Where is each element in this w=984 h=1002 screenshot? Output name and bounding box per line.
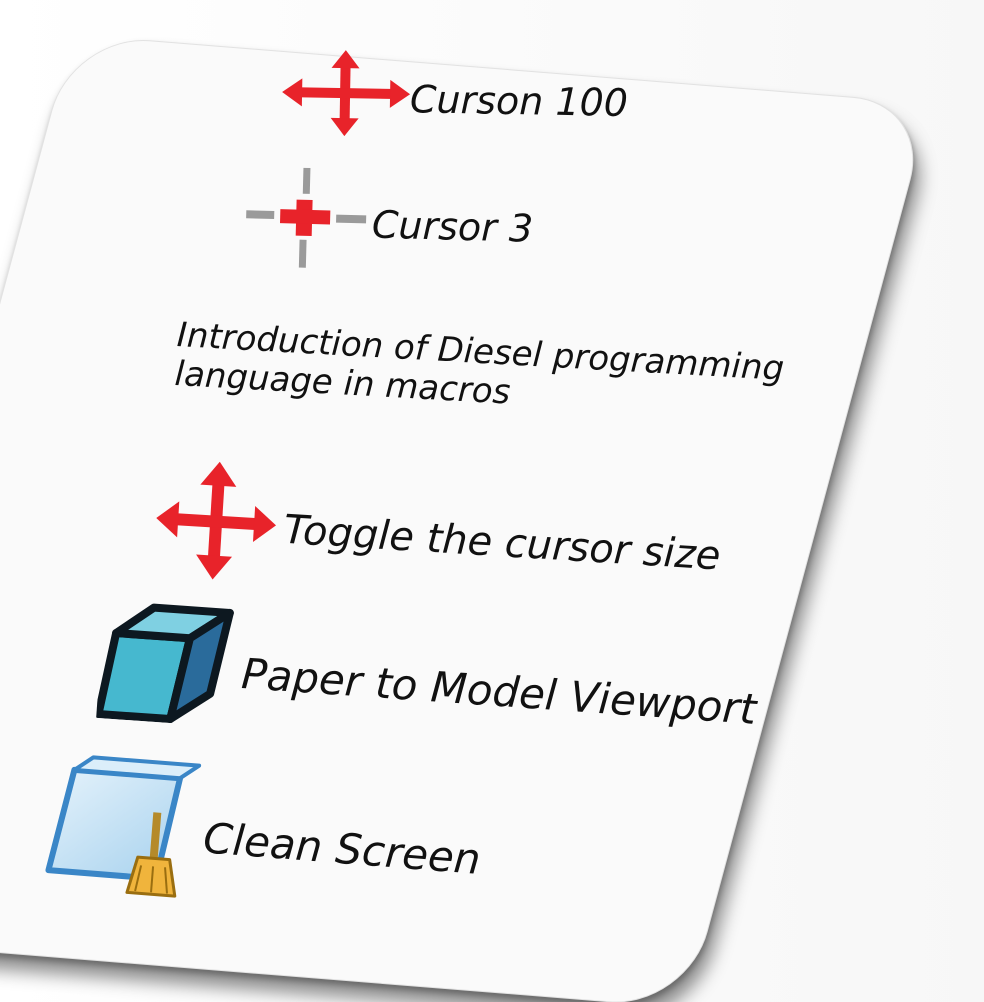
- cursor-large-icon: [281, 49, 411, 146]
- clean-screen-icon: [42, 750, 203, 911]
- list-item-label: Cursor 3: [371, 202, 534, 251]
- cursor-small-icon: [243, 166, 370, 278]
- list-item-cursor-100[interactable]: Curson 100: [281, 49, 629, 150]
- list-item-label: Clean Screen: [201, 812, 483, 884]
- list-item-label: Toggle the cursor size: [282, 506, 722, 580]
- list-item-cursor-3[interactable]: Cursor 3: [243, 166, 535, 283]
- viewport-cube-icon: [94, 598, 236, 737]
- list-item-label: Paper to Model Viewport: [239, 648, 758, 734]
- screenshot-page: e. Curson 100: [0, 0, 984, 1002]
- list-item-label: Curson 100: [409, 76, 629, 125]
- cursor-large-icon: [152, 458, 280, 593]
